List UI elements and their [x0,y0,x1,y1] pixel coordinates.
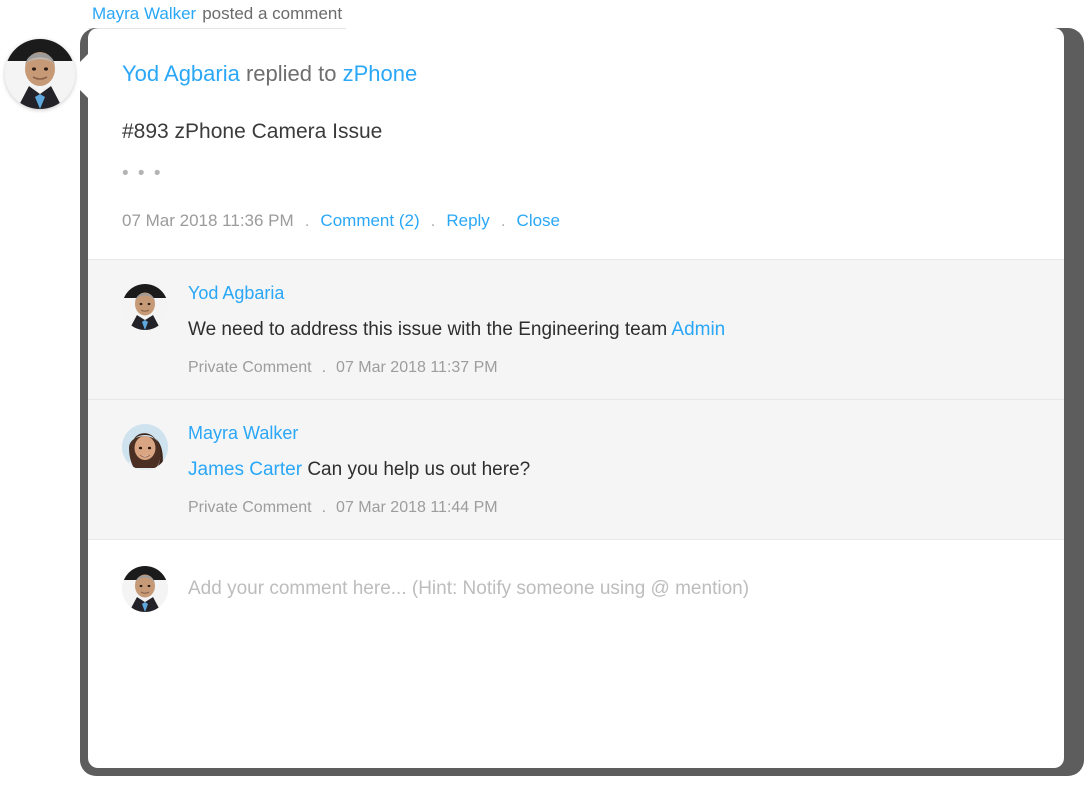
comment-body: Mayra Walker James Carter Can you help u… [188,422,1030,517]
card-timestamp: 07 Mar 2018 11:36 PM [122,211,294,230]
activity-headline: Yod Agbaria replied to zPhone [122,60,1024,88]
meta-separator-1: . [304,211,310,230]
notification-banner: Mayra Walker posted a comment [88,0,347,28]
comment-card: Yod Agbaria replied to zPhone #893 zPhon… [88,28,1064,768]
avatar[interactable] [122,284,168,330]
comment-footer: Private Comment. 07 Mar 2018 11:37 PM [188,359,1030,377]
activity-author-link[interactable]: Yod Agbaria [122,61,240,86]
activity-verb-text: replied to [245,61,337,86]
page-title: #893 zPhone Camera Issue [122,120,383,143]
list-item: Yod Agbaria We need to address this issu… [88,260,1064,399]
comment-text: We need to address this issue with the E… [188,318,1030,342]
truncated-body-ellipsis[interactable]: • • • [122,164,1024,183]
male-avatar-image [122,284,168,330]
comment-composer [88,540,1064,638]
comment-footer-separator: . [321,359,327,376]
close-link[interactable]: Close [517,211,560,231]
comment-author-link[interactable]: Mayra Walker [188,422,1030,444]
comment-footer: Private Comment. 07 Mar 2018 11:44 PM [188,499,1030,517]
meta-separator-2: . [430,211,436,230]
card-meta-row: 07 Mar 2018 11:36 PM . Comment (2) . Rep… [122,211,1024,259]
meta-separator-3: . [500,211,506,230]
comment-mention-link[interactable]: James Carter [188,459,302,480]
banner-actor-name[interactable]: Mayra Walker [92,0,196,28]
comment-input[interactable] [188,572,1030,606]
comment-timestamp: 07 Mar 2018 11:37 PM [336,359,498,376]
comment-author-link[interactable]: Yod Agbaria [188,282,1030,304]
male-avatar-image [122,566,168,612]
comment-text-main: We need to address this issue with the E… [188,319,672,340]
female-avatar-image [122,424,168,470]
comment-mention-link[interactable]: Admin [671,319,725,340]
male-avatar-image [5,39,75,109]
avatar[interactable] [122,566,168,612]
comment-visibility-label: Private Comment [188,359,312,376]
avatar[interactable] [122,424,168,470]
comment-body: Yod Agbaria We need to address this issu… [188,282,1030,377]
activity-target-link[interactable]: zPhone [343,61,418,86]
comment-visibility-label: Private Comment [188,499,312,516]
comment-count-link[interactable]: Comment (2) [320,211,419,231]
card-header: Yod Agbaria replied to zPhone #893 zPhon… [88,28,1064,259]
comment-text-main: Can you help us out here? [307,459,531,480]
comments-list: Yod Agbaria We need to address this issu… [88,259,1064,540]
comment-timestamp: 07 Mar 2018 11:44 PM [336,499,498,516]
avatar[interactable] [5,39,75,109]
reply-link[interactable]: Reply [446,211,489,231]
list-item: Mayra Walker James Carter Can you help u… [88,399,1064,539]
comment-text: James Carter Can you help us out here? [188,458,1030,482]
banner-action-text: posted a comment [202,4,343,23]
comment-footer-separator: . [321,499,327,516]
